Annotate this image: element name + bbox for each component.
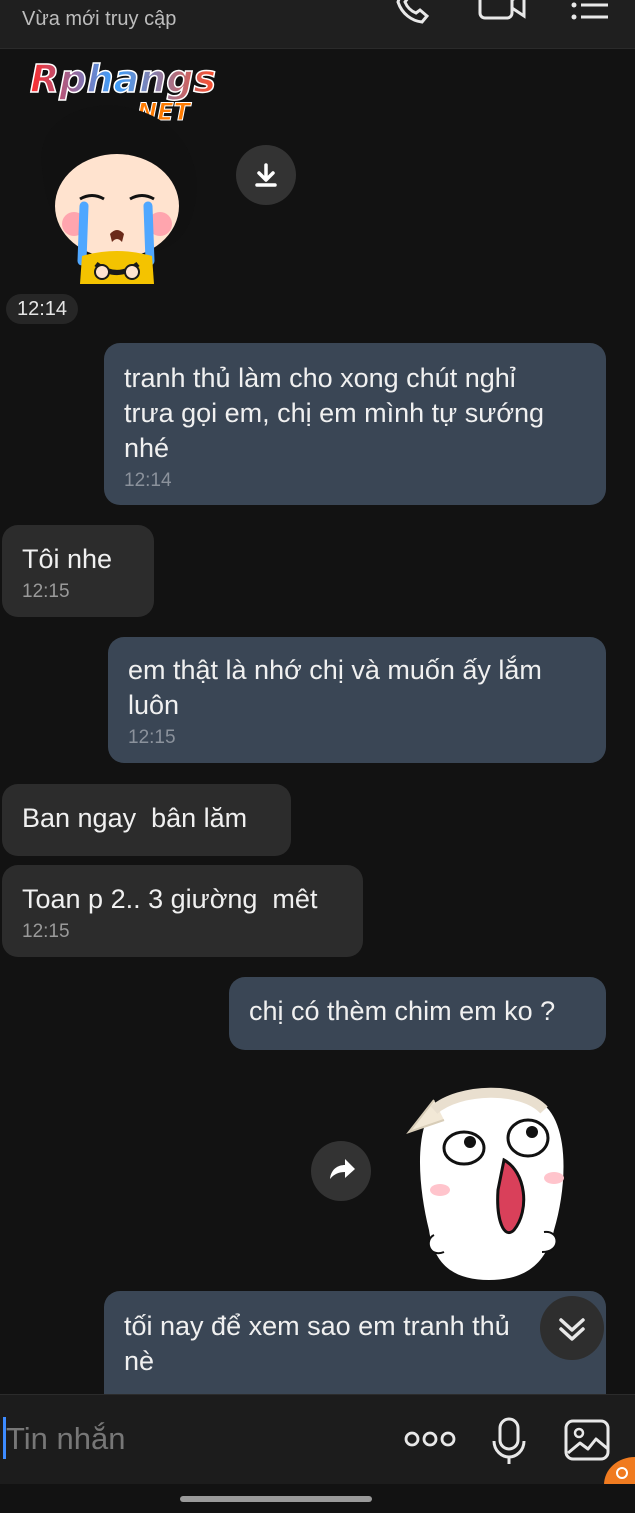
double-chevron-down-icon: [559, 1318, 585, 1341]
sticker-laughing-bun[interactable]: [404, 1080, 572, 1284]
download-button[interactable]: [236, 145, 296, 205]
message-bubble-outgoing[interactable]: tối nay để xem sao em tranh thủ nè: [104, 1291, 606, 1394]
image-icon[interactable]: [564, 1419, 610, 1461]
message-time: 12:15: [128, 727, 176, 748]
presence-status: Vừa mới truy cập: [22, 8, 177, 30]
time-divider: 12:14: [6, 294, 78, 324]
microphone-icon[interactable]: [490, 1417, 528, 1465]
floating-badge-icon[interactable]: [604, 1457, 635, 1485]
sticker-crying-girl[interactable]: [22, 96, 212, 284]
share-button[interactable]: [311, 1141, 371, 1201]
more-icon[interactable]: [404, 1429, 456, 1449]
scroll-to-bottom-button[interactable]: [540, 1296, 604, 1360]
home-indicator[interactable]: [180, 1496, 372, 1502]
message-text: tối nay để xem sao em tranh thủ nè: [124, 1311, 510, 1376]
message-time: 12:15: [22, 581, 70, 602]
message-text: Ban ngay bân lăm: [22, 803, 248, 833]
message-time: 12:15: [22, 921, 70, 942]
message-time: 12:14: [124, 470, 172, 491]
message-bubble-outgoing[interactable]: tranh thủ làm cho xong chút nghỉ trưa gọ…: [104, 343, 606, 505]
message-text: tranh thủ làm cho xong chút nghỉ trưa gọ…: [124, 363, 545, 463]
download-icon: [255, 163, 277, 187]
message-bubble-incoming[interactable]: Ban ngay bân lăm: [2, 784, 291, 856]
message-text: Tôi nhe: [22, 544, 113, 574]
message-input[interactable]: Tin nhắn: [6, 1421, 126, 1457]
message-text: chị có thèm chim em ko ?: [249, 996, 556, 1026]
message-bubble-incoming[interactable]: Toan p 2.. 3 giường mêt 12:15: [2, 865, 363, 957]
message-bubble-outgoing[interactable]: em thật là nhớ chị và muốn ấy lắm luôn 1…: [108, 637, 606, 763]
watermark-text: Rphangs: [30, 58, 216, 101]
message-text: Toan p 2.. 3 giường mêt: [22, 884, 318, 914]
message-bubble-incoming[interactable]: Tôi nhe 12:15: [2, 525, 154, 617]
video-call-icon[interactable]: [476, 0, 528, 24]
phone-icon[interactable]: [392, 0, 434, 24]
message-list[interactable]: Rphangs .NET 12:14 tranh thủ làm cho xon…: [0, 48, 635, 1394]
message-composer: Tin nhắn: [0, 1394, 635, 1485]
share-arrow-icon: [330, 1159, 355, 1179]
system-nav-bar: [0, 1484, 635, 1513]
chat-header: Vừa mới truy cập: [0, 0, 635, 49]
menu-icon[interactable]: [570, 0, 612, 24]
message-text: em thật là nhớ chị và muốn ấy lắm luôn: [128, 655, 542, 720]
message-bubble-outgoing[interactable]: chị có thèm chim em ko ?: [229, 977, 606, 1050]
